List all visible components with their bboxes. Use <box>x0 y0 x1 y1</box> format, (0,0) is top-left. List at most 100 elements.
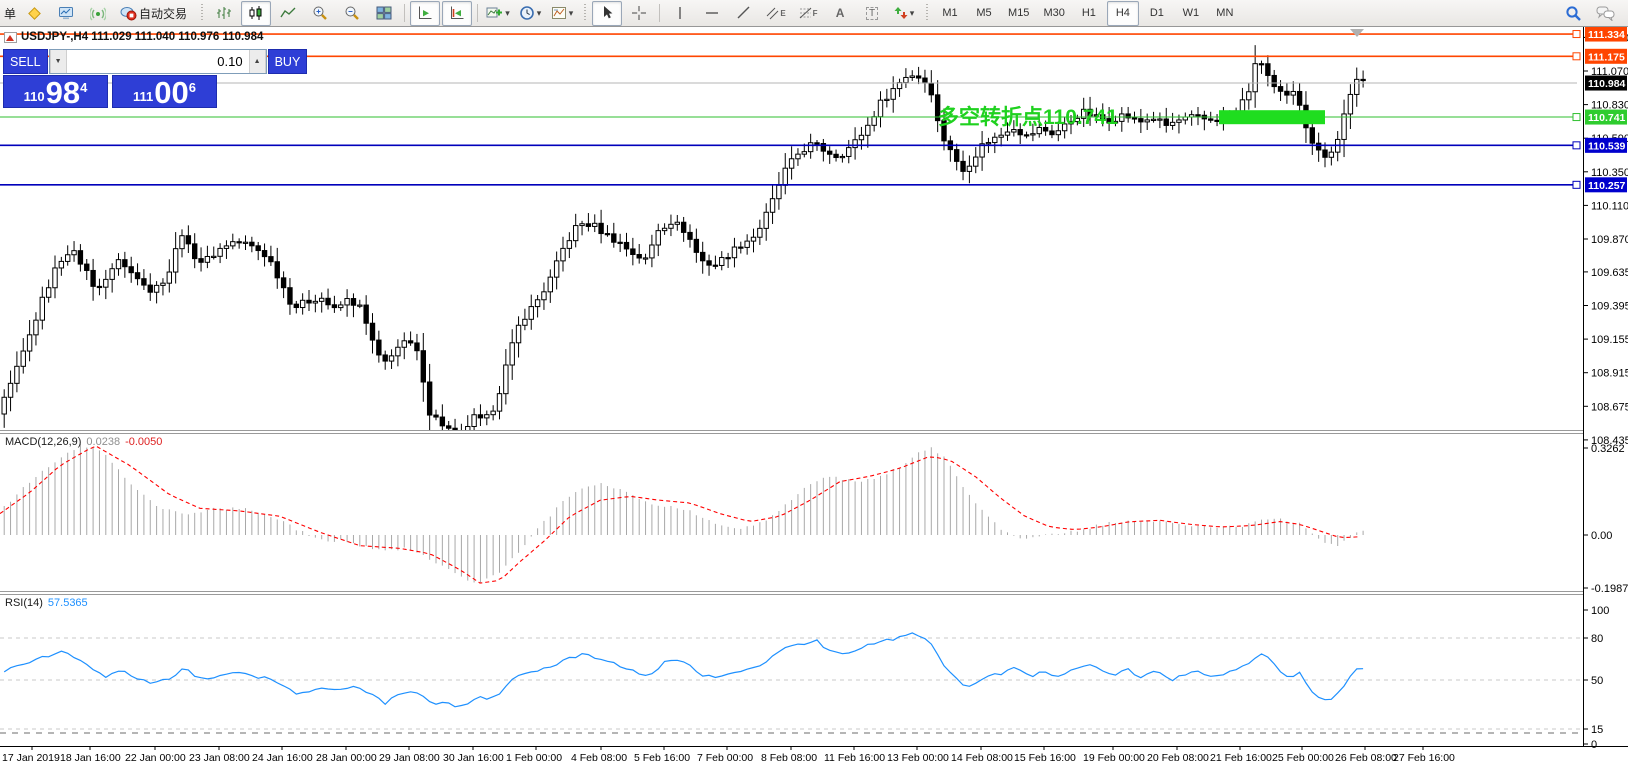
timeframe-m15-button[interactable]: M15 <box>1002 1 1035 26</box>
periods-dropdown[interactable]: ▾ <box>515 1 545 26</box>
buy-button[interactable]: BUY <box>268 49 308 74</box>
line-handle[interactable] <box>1573 53 1580 60</box>
dropdown-arrow-icon: ▾ <box>537 8 542 19</box>
autotrading-label: 自动交易 <box>139 5 187 22</box>
signals-icon <box>90 5 106 21</box>
cursor-button[interactable] <box>592 1 622 26</box>
chart-shift-icon <box>449 5 465 21</box>
lot-decrease-button[interactable]: ▼ <box>50 50 67 73</box>
chart-title-bar: USDJPY-,H4 111.029 111.040 110.976 110.9… <box>4 31 263 43</box>
buy-price-small: 111 <box>133 90 153 103</box>
svg-text:109.395: 109.395 <box>1591 301 1628 313</box>
line-handle[interactable] <box>1573 114 1580 121</box>
charts-window-icon <box>58 5 74 21</box>
zoom-out-button[interactable] <box>337 1 367 26</box>
autotrading-button[interactable]: 自动交易 <box>115 1 194 26</box>
crosshair-button[interactable] <box>624 1 654 26</box>
chart-shift-button[interactable] <box>442 1 472 26</box>
timeframe-m1-button[interactable]: M1 <box>934 1 966 26</box>
fibonacci-button[interactable]: F <box>793 1 823 26</box>
trendline-button[interactable] <box>729 1 759 26</box>
time-axis-label: 14 Feb 08:00 <box>951 752 1013 764</box>
one-click-trading-panel: SELL ▼ ▲ BUY 110 98 4 111 00 6 <box>3 49 217 108</box>
price-badge-label: 111.175 <box>1588 51 1625 63</box>
main-toolbar: 单 自动交易 ▾ ▾ <box>0 0 1628 27</box>
lot-size-spinner: ▼ ▲ <box>49 49 267 74</box>
line-handle[interactable] <box>1573 142 1580 149</box>
timeframe-h1-button[interactable]: H1 <box>1073 1 1105 26</box>
indicators-dropdown[interactable]: ▾ <box>483 1 513 26</box>
chart-title-text: USDJPY-,H4 111.029 111.040 110.976 110.9… <box>21 31 263 43</box>
zoom-in-icon <box>312 5 328 21</box>
timeframe-m30-button[interactable]: M30 <box>1037 1 1070 26</box>
green-zone-rect[interactable] <box>1219 110 1325 124</box>
price-badge-label: 111.334 <box>1588 29 1625 41</box>
svg-text:108.675: 108.675 <box>1591 401 1628 413</box>
search-button[interactable] <box>1558 1 1588 26</box>
tile-windows-button[interactable] <box>369 1 399 26</box>
time-axis-label: 24 Jan 16:00 <box>252 752 313 764</box>
chart-window-icon <box>4 32 17 43</box>
rsi-axis-label: 0 <box>1591 739 1597 751</box>
toolbar-grip <box>199 4 204 22</box>
toolbar-grip <box>582 4 587 22</box>
trendline-icon <box>736 5 752 21</box>
time-axis-label: 23 Jan 08:00 <box>189 752 250 764</box>
lot-increase-button[interactable]: ▲ <box>249 50 266 73</box>
lot-size-input[interactable] <box>67 50 249 73</box>
vertical-line-button[interactable] <box>665 1 695 26</box>
template-icon <box>551 5 567 21</box>
charts-window-button[interactable] <box>51 1 81 26</box>
price-badge-label: 110.257 <box>1588 180 1626 192</box>
horizontal-line-button[interactable] <box>697 1 727 26</box>
buy-price-display[interactable]: 111 00 6 <box>112 75 217 108</box>
price-badge-label: 110.539 <box>1588 140 1626 152</box>
timeframe-w1-button[interactable]: W1 <box>1175 1 1207 26</box>
new-order-button[interactable] <box>19 1 49 26</box>
text-label-button[interactable]: T <box>857 1 887 26</box>
time-axis-label: 8 Feb 08:00 <box>761 752 817 764</box>
new-order-label[interactable]: 单 <box>4 5 16 22</box>
price-badge-label: 110.984 <box>1588 78 1626 90</box>
sell-price-display[interactable]: 110 98 4 <box>3 75 108 108</box>
text-button[interactable]: A <box>825 1 855 26</box>
price-badge-label: 110.741 <box>1588 112 1626 124</box>
macd-name: MACD(12,26,9) <box>5 436 81 448</box>
equidistant-channel-button[interactable]: E <box>761 1 791 26</box>
chart-canvas[interactable]: 111.310111.070110.830110.590110.350110.1… <box>0 0 1628 773</box>
timeframe-h4-button[interactable]: H4 <box>1107 1 1139 26</box>
autoscroll-button[interactable] <box>410 1 440 26</box>
timeframe-mn-button[interactable]: MN <box>1209 1 1241 26</box>
svg-text:109.870: 109.870 <box>1591 234 1628 246</box>
bar-chart-icon <box>216 5 232 21</box>
signals-button[interactable] <box>83 1 113 26</box>
arrows-dropdown[interactable]: ▾ <box>889 1 919 26</box>
bar-chart-button[interactable] <box>209 1 239 26</box>
time-axis-label: 13 Feb 00:00 <box>887 752 949 764</box>
line-handle[interactable] <box>1573 31 1580 38</box>
clock-icon <box>519 5 535 21</box>
indicators-icon <box>486 5 503 21</box>
chat-button[interactable] <box>1590 1 1620 26</box>
dropdown-arrow-icon: ▾ <box>505 8 510 19</box>
candlestick-chart-button[interactable] <box>241 1 271 26</box>
templates-dropdown[interactable]: ▾ <box>547 1 577 26</box>
candlestick-chart-icon <box>248 5 264 21</box>
line-chart-button[interactable] <box>273 1 303 26</box>
text-tool-icon: A <box>836 6 845 20</box>
horizontal-line-icon <box>704 5 720 21</box>
time-axis-label: 4 Feb 08:00 <box>571 752 627 764</box>
macd-axis-label: 0.3262 <box>1591 443 1625 455</box>
time-axis-label: 29 Jan 08:00 <box>379 752 440 764</box>
timeframe-toolbar: M1M5M15M30H1H4D1W1MN <box>933 1 1242 26</box>
time-axis-label: 22 Jan 00:00 <box>125 752 186 764</box>
timeframe-m5-button[interactable]: M5 <box>968 1 1000 26</box>
zoom-in-button[interactable] <box>305 1 335 26</box>
line-handle[interactable] <box>1573 181 1580 188</box>
sell-button[interactable]: SELL <box>3 49 48 74</box>
sell-price-sup: 4 <box>80 80 87 95</box>
timeframe-d1-button[interactable]: D1 <box>1141 1 1173 26</box>
time-axis-label: 11 Feb 16:00 <box>824 752 885 764</box>
macd-main-value: 0.0238 <box>86 436 120 448</box>
pivot-annotation: 多空转折点110.741 <box>938 101 1118 131</box>
